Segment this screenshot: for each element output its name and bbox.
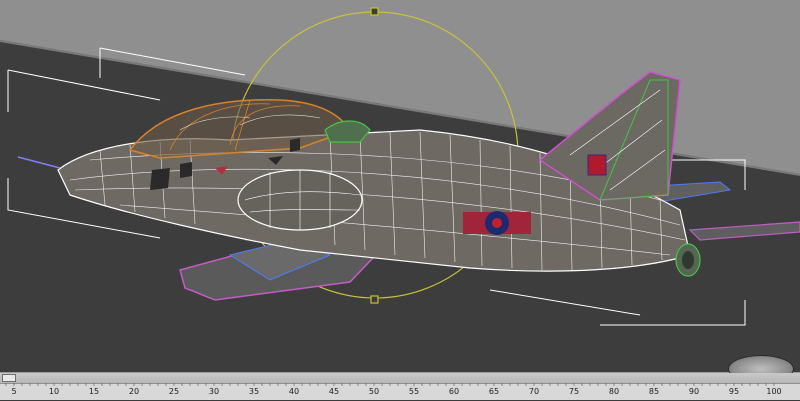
ruler-tick-label: 5 xyxy=(11,387,17,396)
ruler-tick-label: 65 xyxy=(488,387,500,396)
engine-nacelle xyxy=(237,169,363,231)
horizontal-stabilizer xyxy=(688,221,800,241)
ruler-tick-label: 60 xyxy=(448,387,460,396)
time-slider-knob[interactable] xyxy=(2,374,16,382)
ruler-tick-label: 10 xyxy=(48,387,60,396)
ruler-tick-label: 15 xyxy=(88,387,100,396)
ruler-tick-label: 20 xyxy=(128,387,140,396)
ruler-ticks xyxy=(5,383,775,386)
ruler-tick-label: 70 xyxy=(528,387,540,396)
ruler-tick-label: 90 xyxy=(688,387,700,396)
ruler-tick-label: 95 xyxy=(728,387,740,396)
ruler-tick-label: 85 xyxy=(648,387,660,396)
ruler-tick-label: 25 xyxy=(168,387,180,396)
tail-flash-marking xyxy=(587,154,607,176)
ruler-tick-label: 55 xyxy=(408,387,420,396)
perspective-viewport[interactable] xyxy=(0,0,800,372)
ruler-tick-label: 100 xyxy=(766,387,782,396)
scene-canvas xyxy=(0,0,800,326)
ruler-tick-label: 50 xyxy=(368,387,380,396)
ruler-tick-label: 45 xyxy=(328,387,340,396)
ruler-tick-label: 80 xyxy=(608,387,620,396)
track-bar-ruler[interactable]: 5 10 15 20 25 30 35 40 45 50 55 60 65 70 75 80 85 90 95 100 xyxy=(0,383,800,401)
ruler-tick-label: 75 xyxy=(568,387,580,396)
roundel-marking xyxy=(463,211,531,235)
ruler-tick-label: 35 xyxy=(248,387,260,396)
timeline[interactable]: 5 10 15 20 25 30 35 40 45 50 55 60 65 70 75 80 85 90 95 100 xyxy=(0,355,800,401)
ruler-tick-label: 30 xyxy=(208,387,220,396)
ruler-tick-label: 40 xyxy=(288,387,300,396)
exhaust-nozzle xyxy=(675,243,701,277)
